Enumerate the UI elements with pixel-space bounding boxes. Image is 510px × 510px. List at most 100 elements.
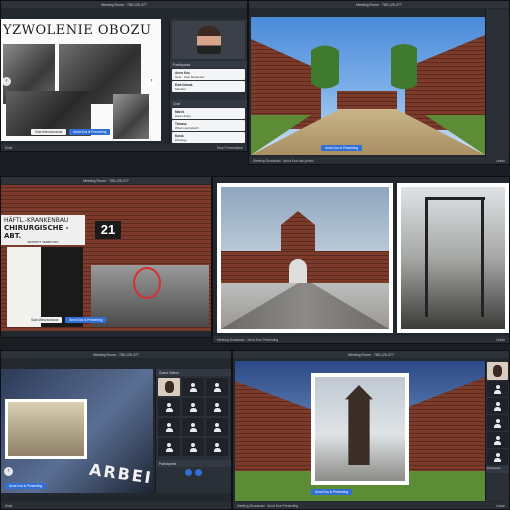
meeting-window-bottom-right: Meeting Room · 785-125-377 Anna Kos is P…: [232, 350, 510, 510]
participant-tile[interactable]: [182, 418, 204, 436]
participant-tile[interactable]: [206, 418, 228, 436]
leave-button[interactable]: Leave: [496, 159, 505, 163]
leave-button[interactable]: Leave: [496, 504, 505, 508]
chat-message: Tomasz Witam wszystkich: [172, 120, 245, 131]
window-title: Meeting Room · 785-125-377: [101, 2, 147, 7]
window-titlebar: Meeting Room · 785-125-377: [233, 351, 509, 358]
birkenau-gate-photo: [221, 187, 389, 329]
chat-message: Kasia Dziękuję: [172, 132, 245, 143]
camp-street-photo: Anna Kos is Presenting: [235, 361, 485, 501]
user-icon: [189, 382, 197, 392]
participant-tile[interactable]: [182, 438, 204, 456]
leave-button[interactable]: Leave: [496, 338, 505, 342]
presenter-caption: Sala Mieszkaniowa Anna Kos is Presenting: [31, 129, 111, 135]
presenting-button[interactable]: Anna Kos is Presenting: [69, 129, 111, 135]
status-bar: Meeting Broadcast · Anna Kos Presenting …: [233, 502, 509, 509]
camera-icon[interactable]: [195, 469, 202, 476]
participant-tile[interactable]: [158, 438, 180, 456]
participant-tile[interactable]: [206, 378, 228, 396]
user-icon: [494, 418, 501, 428]
chat-message: Marek Dzień dobry: [172, 108, 245, 119]
camp-street-photo: Anna Kos is Presenting: [251, 17, 485, 155]
archive-photo: [8, 402, 84, 456]
broadcast-status: Meeting Broadcast · Anna Kos Presenting: [217, 337, 279, 342]
window-titlebar: Meeting Room · 785-125-377: [1, 1, 247, 8]
user-icon: [189, 442, 197, 452]
hospital-sign: HÄFTL.-KRANKENBAU CHIRURGISCHE - ABT. EI…: [1, 215, 85, 245]
window-titlebar: Meeting Room · 785-125-377: [1, 177, 211, 184]
user-icon: [213, 422, 221, 432]
broadcast-status: Meeting Broadcast · Anna Kos Presenting: [237, 503, 299, 508]
participant-tile[interactable]: [487, 415, 508, 431]
distant-building: [337, 91, 397, 109]
side-panel: [485, 9, 509, 157]
participant-row[interactable]: Anna Kos Host · Host Moderator: [172, 69, 245, 80]
side-panel: Participants Anna Kos Host · Host Moderat…: [169, 19, 247, 151]
user-icon: [189, 422, 197, 432]
meeting-window-middle-right: Meeting Broadcast · Anna Kos Presenting …: [212, 176, 510, 344]
watchtower-photo: [315, 377, 405, 481]
user-icon: [165, 442, 173, 452]
tree: [311, 43, 339, 103]
participant-tile[interactable]: [182, 378, 204, 396]
window-title: Meeting Room · 785-125-377: [83, 178, 129, 183]
participants-footer: Participants: [486, 466, 509, 473]
archive-photo-frame: [5, 399, 87, 459]
presenting-button[interactable]: Anna Kos is Presenting: [5, 483, 47, 489]
mute-button[interactable]: Mute: [5, 504, 12, 508]
window-titlebar: Meeting Room · 785-125-377: [1, 351, 231, 358]
participants-footer: Participants: [156, 460, 231, 467]
window-title: Meeting Room · 785-125-377: [93, 352, 139, 357]
presenting-button[interactable]: Anna Kos is Presenting: [321, 145, 363, 151]
participant-tile[interactable]: [158, 398, 180, 416]
user-icon: [165, 402, 173, 412]
presenting-button[interactable]: Anna Kos is Presenting: [65, 317, 107, 323]
participant-tile[interactable]: [206, 398, 228, 416]
side-panel: Guest Videos Participants: [155, 369, 231, 493]
block-21-photo: HÄFTL.-KRANKENBAU CHIRURGISCHE - ABT. EI…: [1, 185, 211, 331]
gate-photo-frame: [217, 183, 393, 333]
watchtower-photo-frame: [311, 373, 409, 485]
user-icon: [494, 384, 501, 394]
user-icon: [213, 442, 221, 452]
participant-tile[interactable]: [182, 398, 204, 416]
presenter-caption: Sala Mieszkaniowa Anna Kos is Presenting: [27, 317, 107, 323]
mute-button[interactable]: Mute: [5, 146, 12, 150]
caption-label: Sala Mieszkaniowa: [27, 317, 63, 323]
user-icon: [494, 452, 501, 462]
participant-tile[interactable]: [487, 449, 508, 465]
host-video-tile: [487, 362, 508, 380]
gallows-beam: [425, 197, 485, 200]
presenter-caption: Anna Kos is Presenting: [321, 145, 363, 151]
chevron-right-icon[interactable]: ›: [147, 77, 156, 86]
participant-tile[interactable]: [158, 418, 180, 436]
presenter-caption: Anna Kos is Presenting: [311, 489, 353, 495]
window-title: Meeting Room · 785-125-377: [356, 2, 402, 7]
arbeit-gate-photo: ARBEIT ‹ Anna Kos is Presenting: [1, 369, 153, 493]
window-title: Meeting Room · 785-125-377: [348, 352, 394, 357]
sign-line-3: EINTRITT VERBOTEN: [27, 240, 59, 244]
doorway: [7, 247, 83, 327]
presenter-caption: Anna Kos is Presenting: [5, 483, 47, 489]
participant-tile[interactable]: [487, 381, 508, 397]
microphone-icon[interactable]: [185, 469, 192, 476]
participant-row[interactable]: Ewa Nowak Member: [172, 81, 245, 92]
gate-arch: [289, 259, 307, 283]
participant-tile[interactable]: [487, 432, 508, 448]
presenting-button[interactable]: Anna Kos is Presenting: [311, 489, 353, 495]
stop-presentation-button[interactable]: Stop Presentation: [217, 146, 243, 150]
participants-header: Participants: [170, 61, 247, 68]
gallows-photo: [401, 187, 505, 329]
historic-photo-4: [113, 94, 149, 139]
meeting-window-middle-left: Meeting Room · 785-125-377 HÄFTL.-KRANKE…: [0, 176, 212, 338]
user-icon: [165, 422, 173, 432]
chevron-left-icon[interactable]: ‹: [2, 77, 11, 86]
side-panel: Participants: [485, 361, 509, 501]
chevron-left-icon[interactable]: ‹: [4, 467, 13, 476]
participant-tile[interactable]: [206, 438, 228, 456]
participant-tile[interactable]: [487, 398, 508, 414]
rail-tracks: [221, 283, 389, 329]
arbeit-sign: ARBEIT: [88, 459, 153, 490]
host-avatar: [493, 365, 502, 377]
meeting-window-top-left: Meeting Room · 785-125-377 YZWOLENIE OBO…: [0, 0, 248, 152]
